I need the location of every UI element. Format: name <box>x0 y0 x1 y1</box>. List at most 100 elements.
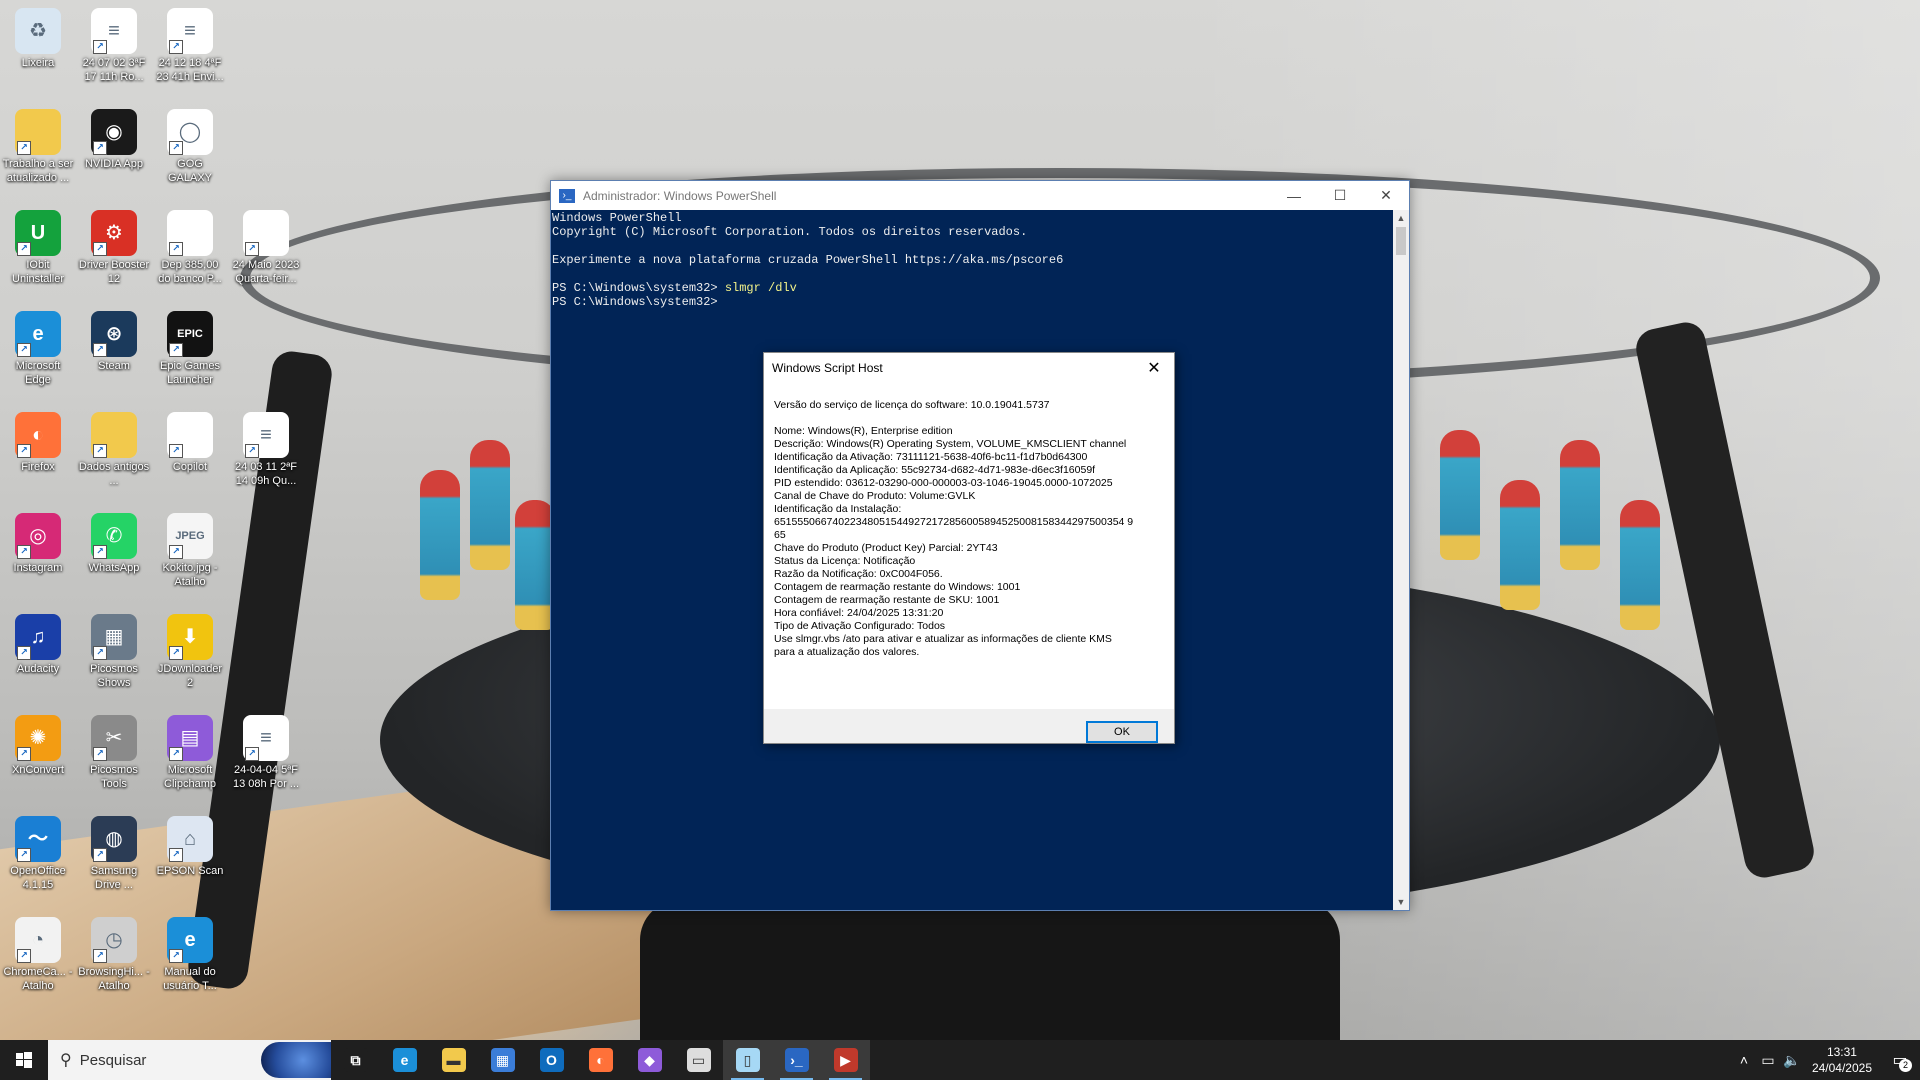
shortcut-arrow-icon: ↗ <box>17 242 31 256</box>
taskbar-app-button[interactable]: O <box>527 1040 576 1080</box>
wallpaper-stand <box>640 900 1340 1040</box>
desktop-icon[interactable]: ↗ Dados antigos ... <box>78 412 150 488</box>
powershell-titlebar[interactable]: ›_ Administrador: Windows PowerShell — ☐… <box>551 181 1409 210</box>
scroll-down-icon[interactable]: ▼ <box>1393 894 1409 910</box>
taskbar-app-button[interactable]: ▶ <box>821 1040 870 1080</box>
shortcut-arrow-icon: ↗ <box>17 545 31 559</box>
desktop-icon[interactable]: ≡ ↗ 24 03 11 2ªF 14 09h Qu... <box>230 412 302 488</box>
desktop-icon[interactable]: ✂ ↗ Picosmos Tools <box>78 715 150 791</box>
dialog-titlebar[interactable]: Windows Script Host ✕ <box>764 353 1174 383</box>
desktop-icon-label: Microsoft Clipchamp <box>164 764 216 790</box>
chevron-up-icon[interactable]: ˄ <box>1732 1052 1756 1068</box>
desktop-icon[interactable]: ▦ ↗ Picosmos Shows <box>78 614 150 690</box>
desktop-icon-label: NVIDIA App <box>84 158 144 170</box>
taskbar: ⚲ Pesquisar ⧉ e ▬ ▦ O ◐ ◆ ▭ ▯ ›_ ▶ ˄ ▭ 🔈 13:31 24/… <box>0 1040 1920 1080</box>
desktop-icon-label: Lixeira <box>21 57 55 69</box>
shortcut-arrow-icon: ↗ <box>17 343 31 357</box>
desktop-icon-label: XnConvert <box>12 764 64 776</box>
desktop-icon[interactable]: ♫ ↗ Audacity <box>2 614 74 676</box>
desktop-icon[interactable]: U ↗ IObit Uninstaller <box>2 210 74 286</box>
wallpaper-frame-right <box>1632 318 1818 882</box>
desktop-icon[interactable]: ⌂ ↗ EPSON Scan <box>154 816 226 878</box>
taskbar-app-button[interactable]: ›_ <box>772 1040 821 1080</box>
volume-icon[interactable]: 🔈 <box>1780 1052 1804 1069</box>
network-icon[interactable]: ▭ <box>1756 1052 1780 1069</box>
maximize-button[interactable]: ☐ <box>1317 181 1363 210</box>
notepad-icon: ▯ <box>735 1048 760 1072</box>
xnconvert-icon: ✺ ↗ <box>15 715 61 761</box>
desktop-icon[interactable]: ◯ ↗ GOG GALAXY <box>154 109 226 185</box>
desktop-icon[interactable]: ↗ Dep 385,00 do banco P... <box>154 210 226 286</box>
desktop-icon[interactable]: ↗ Copilot <box>154 412 226 474</box>
shortcut-arrow-icon: ↗ <box>169 242 183 256</box>
shortcut-arrow-icon: ↗ <box>169 949 183 963</box>
console-scrollbar[interactable]: ▲ ▼ <box>1393 210 1409 910</box>
ok-button[interactable]: OK <box>1086 721 1158 743</box>
search-placeholder: Pesquisar <box>79 1051 147 1069</box>
desktop-icon[interactable]: ◍ ↗ Samsung Drive ... <box>78 816 150 892</box>
desktop-icon-label: Epic Games Launcher <box>160 360 220 386</box>
desktop-icon-label: 24 12 18 4ªF 23 41h Envi... <box>156 57 224 83</box>
taskbar-app-button[interactable]: ▬ <box>429 1040 478 1080</box>
desktop-icon[interactable]: ⬇ ↗ JDownloader 2 <box>154 614 226 690</box>
license-detail-line: Razão da Notificação: 0xC004F056. <box>774 568 943 580</box>
shortcut-arrow-icon: ↗ <box>169 747 183 761</box>
desktop-icon[interactable]: ⊛ ↗ Steam <box>78 311 150 373</box>
notification-center-button[interactable]: ▭ 2 <box>1880 1040 1920 1080</box>
desktop-icon[interactable]: ≡ ↗ 24 12 18 4ªF 23 41h Envi... <box>154 8 226 84</box>
taskbar-app-button[interactable]: ▦ <box>478 1040 527 1080</box>
clock-date: 24/04/2025 <box>1811 1061 1872 1075</box>
desktop-icon[interactable]: ◎ ↗ Instagram <box>2 513 74 575</box>
taskbar-app-button[interactable]: e <box>380 1040 429 1080</box>
taskbar-apps: ⧉ e ▬ ▦ O ◐ ◆ ▭ ▯ ›_ ▶ <box>331 1040 870 1080</box>
script-host-dialog[interactable]: Windows Script Host ✕ Versão do serviço … <box>763 352 1175 744</box>
shortcut-arrow-icon: ↗ <box>169 141 183 155</box>
firefox-icon: ◐ <box>588 1048 613 1072</box>
shortcut-arrow-icon: ↗ <box>93 545 107 559</box>
desktop-icon[interactable]: ↗ 24 Maio 2023 Quarta-feir... <box>230 210 302 286</box>
desktop-icon[interactable]: ◉ ↗ NVIDIA App <box>78 109 150 171</box>
taskbar-app-button[interactable]: ▯ <box>723 1040 772 1080</box>
desktop-icon[interactable]: ⚙ ↗ Driver Booster 12 <box>78 210 150 286</box>
desktop-icon[interactable]: ♻ Lixeira <box>2 8 74 70</box>
desktop-icon-label: 24-04-04 5ªF 13 08h Por ... <box>232 764 300 790</box>
desktop-icon[interactable]: EPIC ↗ Epic Games Launcher <box>154 311 226 387</box>
taskbar-app-button[interactable]: ▭ <box>674 1040 723 1080</box>
close-button[interactable]: ✕ <box>1363 181 1409 210</box>
desktop-icon[interactable]: ◐ ↗ Firefox <box>2 412 74 474</box>
scroll-up-icon[interactable]: ▲ <box>1393 210 1409 226</box>
taskbar-app-button[interactable]: ◆ <box>625 1040 674 1080</box>
taskbar-app-button[interactable]: ◐ <box>576 1040 625 1080</box>
desktop-icon[interactable]: ▤ ↗ Microsoft Clipchamp <box>154 715 226 791</box>
search-box[interactable]: ⚲ Pesquisar <box>48 1040 331 1080</box>
start-button[interactable] <box>0 1040 48 1080</box>
clock[interactable]: 13:31 24/04/2025 <box>1804 1044 1880 1076</box>
shortcut-arrow-icon: ↗ <box>93 646 107 660</box>
console-line: Copyright (C) Microsoft Corporation. Tod… <box>552 225 1028 239</box>
license-detail-line: Contagem de rearmação restante de SKU: 1… <box>774 594 1000 606</box>
desktop-icon[interactable]: JPEG ↗ Kokito.jpg - Atalho <box>154 513 226 589</box>
document-icon: ↗ <box>243 210 289 256</box>
desktop-icon[interactable]: e ↗ Microsoft Edge <box>2 311 74 387</box>
desktop-icon[interactable]: ◷ ↗ BrowsingHi... - Atalho <box>78 917 150 993</box>
windows-logo-icon <box>16 1052 32 1068</box>
desktop-icon-label: GOG GALAXY <box>167 158 213 184</box>
desktop-icon[interactable]: ≡ ↗ 24 07 02 3ªF 17 11h Ro... <box>78 8 150 84</box>
desktop-icon[interactable]: ◔ ↗ ChromeCa... - Atalho <box>2 917 74 993</box>
taskbar-app-button[interactable]: ⧉ <box>331 1040 380 1080</box>
scroll-thumb[interactable] <box>1396 227 1406 255</box>
desktop-icon[interactable]: ↗ Trabalho a ser atualizado ... <box>2 109 74 185</box>
desktop-icon[interactable]: e ↗ Manual do usuário T... <box>154 917 226 993</box>
desktop-icon[interactable]: ✺ ↗ XnConvert <box>2 715 74 777</box>
desktop-icon-label: Kokito.jpg - Atalho <box>162 562 218 588</box>
minimize-button[interactable]: — <box>1271 181 1317 210</box>
license-version: Versão do serviço de licença do software… <box>774 399 1050 411</box>
desktop-icon[interactable]: 〜 ↗ OpenOffice 4.1.15 <box>2 816 74 892</box>
license-detail-line: Identificação da Aplicação: 55c92734-d68… <box>774 464 1096 476</box>
shortcut-arrow-icon: ↗ <box>93 747 107 761</box>
console-line: Windows PowerShell <box>552 211 682 225</box>
dialog-close-icon[interactable]: ✕ <box>1134 353 1174 383</box>
desktop-icon[interactable]: ≡ ↗ 24-04-04 5ªF 13 08h Por ... <box>230 715 302 791</box>
desktop-icon[interactable]: ✆ ↗ WhatsApp <box>78 513 150 575</box>
license-detail-line: Tipo de Ativação Configurado: Todos <box>774 620 946 632</box>
